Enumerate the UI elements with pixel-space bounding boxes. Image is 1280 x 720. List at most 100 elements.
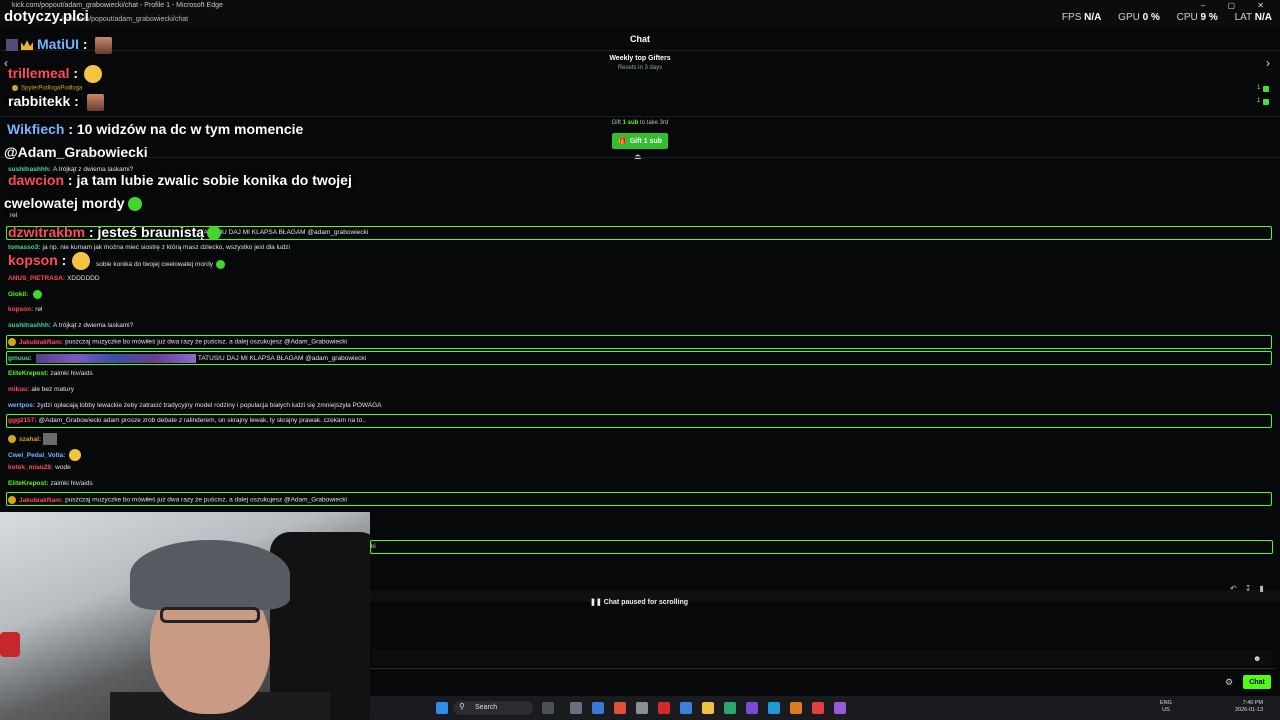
emoji-icon[interactable]: ☻ xyxy=(1253,654,1261,663)
highlighted-message: ki xyxy=(370,540,1273,554)
channel-name: dotyczy.plci xyxy=(4,8,89,25)
search-icon: ⚲ xyxy=(459,702,465,711)
overlay-message: kopson : xyxy=(8,252,91,271)
app-icon[interactable] xyxy=(790,702,802,714)
overlay-message: dawcion : ja tam lubie zwalic sobie koni… xyxy=(8,172,352,188)
badge-icon xyxy=(8,496,16,504)
cpu-label: CPU xyxy=(1176,12,1198,23)
gifters-title: Weekly top Gifters xyxy=(609,55,671,62)
emote-icon xyxy=(33,290,43,299)
windows-start-icon[interactable] xyxy=(436,702,448,714)
chat-title: Chat xyxy=(630,34,650,44)
app-icon[interactable] xyxy=(570,702,582,714)
fps-value: N/A xyxy=(1084,12,1102,23)
divider xyxy=(370,668,1275,669)
gift-sub-button[interactable]: 🎁 Gift 1 sub xyxy=(612,133,668,149)
app-icon[interactable] xyxy=(542,702,554,714)
app-icon[interactable] xyxy=(724,702,736,714)
window-controls[interactable]: – ▢ ✕ xyxy=(1201,1,1274,10)
emote-strip xyxy=(35,354,196,363)
pin-icon[interactable]: ↧ xyxy=(1245,584,1260,593)
gift-icon xyxy=(1263,99,1269,105)
chat-message: Glokil: xyxy=(8,290,43,299)
badge-icon xyxy=(12,85,18,91)
taskbar-search-input[interactable]: Search xyxy=(453,701,533,715)
webcam-feed xyxy=(0,512,370,720)
gift-hint: Gift 1 sub to take 3rd xyxy=(611,120,669,126)
gifter-count: 1 xyxy=(1257,98,1261,104)
chat-message: ggg2157: @Adam_Grabowiecki adam prosze zr… xyxy=(8,417,366,424)
chevron-right-icon[interactable]: › xyxy=(1266,56,1270,70)
overlay-message: Wikfiech : 10 widzów na dc w tym momenci… xyxy=(7,121,304,137)
chat-message: wertpos: żydzi opłacają lobby lewackie że… xyxy=(8,402,382,409)
overlay-message: dzwitrakbm : jesteś braunistą xyxy=(8,224,222,241)
overlay-message: trillemeal : xyxy=(8,65,102,84)
undo-icon[interactable]: ↶ xyxy=(1230,584,1245,593)
gear-icon[interactable]: ⚙ xyxy=(1225,677,1233,688)
paused-bar xyxy=(370,590,1280,602)
badge-icon xyxy=(6,39,18,52)
app-icon[interactable] xyxy=(834,702,846,714)
gift-icon xyxy=(1263,86,1269,92)
gifter-count: 1 xyxy=(1257,85,1261,91)
overlay-username: SpyterPodlogaPodloga xyxy=(12,85,82,92)
send-chat-button[interactable]: Chat xyxy=(1243,675,1271,689)
fps-label: FPS xyxy=(1061,12,1082,23)
chat-message: kotek_miau28: wode xyxy=(8,464,71,471)
folder-icon[interactable] xyxy=(702,702,714,714)
chat-message: szahal: xyxy=(8,433,60,445)
performance-overlay: FPS N/A GPU 0 % CPU 9 % LAT N/A xyxy=(1048,12,1272,23)
chat-message: TATUSIU DAJ MI KLAPSA BŁAGAM @adam_grabo… xyxy=(200,229,369,236)
emote-icon xyxy=(69,449,82,461)
app-icon[interactable] xyxy=(614,702,626,714)
app-icon[interactable] xyxy=(680,702,692,714)
cpu-value: 9 % xyxy=(1200,12,1218,23)
chat-controls[interactable]: ↶↧▮ xyxy=(1230,584,1272,593)
chat-message: sushitrashhh: A trójkąt z dwiema laskami? xyxy=(8,322,134,329)
emote-icon xyxy=(207,226,222,241)
chat-message: gmuuu: TATUSIU DAJ MI KLAPSA BŁAGAM @adam… xyxy=(8,354,367,363)
app-icon[interactable] xyxy=(636,702,648,714)
crown-icon xyxy=(21,40,33,51)
chat-input[interactable] xyxy=(372,650,1272,666)
emote-icon xyxy=(127,197,142,212)
gpu-value: 0 % xyxy=(1142,12,1160,23)
emote-icon xyxy=(43,433,58,445)
app-icon[interactable] xyxy=(592,702,604,714)
overlay-message: rabbitekk : xyxy=(8,93,104,111)
chat-message: Cwel_Pedal_Volta: xyxy=(8,449,82,461)
chat-message: JakubiakRam: puszczaj muzyczke bo mówiłeś… xyxy=(8,496,347,504)
chat-message: EliteKrepost: zaimki hiv/aids xyxy=(8,370,93,377)
gpu-label: GPU xyxy=(1118,12,1140,23)
pause-icon: ❚❚ xyxy=(590,599,604,606)
chat-paused-notice[interactable]: ❚❚ Chat paused for scrolling xyxy=(590,598,688,606)
chat-message: tomasso3: ja np. nie kumam jak można mieć… xyxy=(8,244,290,251)
emote-icon xyxy=(216,260,226,269)
gifters-reset: Resets in 3 days xyxy=(617,65,663,71)
chat-message: ANUS_PIETRASA: XDDDDDD xyxy=(8,275,100,282)
emote-icon xyxy=(83,65,102,84)
overlay-message: @Adam_Grabowiecki xyxy=(4,144,148,160)
overlay-message: cwelowatej mordy xyxy=(4,195,142,212)
badge-icon xyxy=(8,338,16,346)
app-icon[interactable] xyxy=(812,702,824,714)
overlay-message: MatiUI : xyxy=(6,36,113,54)
badge-icon xyxy=(8,435,16,443)
chat-message: sobie konika do twojej cwelowatej mordy xyxy=(96,260,226,269)
app-icon[interactable] xyxy=(658,702,670,714)
gift-icon: 🎁 xyxy=(618,138,627,145)
divider xyxy=(0,157,1280,158)
system-tray[interactable]: ENG US xyxy=(1160,700,1172,714)
chat-message: rel xyxy=(10,212,18,219)
chat-message: mikuu: ale bez matury xyxy=(8,386,74,393)
lat-value: N/A xyxy=(1254,12,1272,23)
app-icon[interactable] xyxy=(746,702,758,714)
clock[interactable]: 7:40 PM 2026-01-13 xyxy=(1235,700,1263,714)
avatar xyxy=(86,93,104,111)
divider xyxy=(0,116,1280,117)
chat-message: kopson: rel xyxy=(8,306,43,313)
trash-icon[interactable]: ▮ xyxy=(1259,584,1271,593)
edge-icon[interactable] xyxy=(768,702,780,714)
chat-message: JakubiakRam: puszczaj muzyczke bo mówiłeś… xyxy=(8,338,347,346)
divider xyxy=(0,50,1280,51)
